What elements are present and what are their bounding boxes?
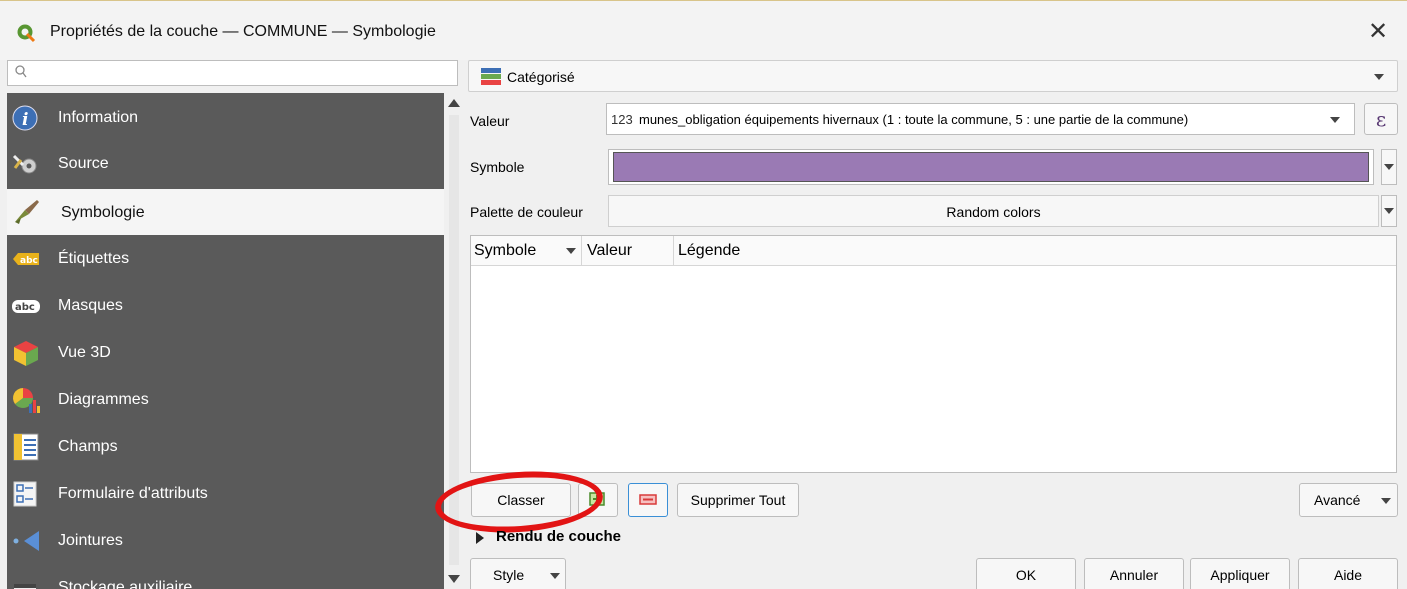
apply-button[interactable]: Appliquer [1190,558,1290,589]
chevron-down-icon [1381,498,1391,504]
info-icon: i [12,105,38,131]
sidebar-item-label: Symbologie [61,204,145,221]
svg-text:abc: abc [15,302,35,313]
svg-text:i: i [22,110,28,130]
column-divider[interactable] [673,236,674,266]
sidebar-item-label: Masques [58,297,123,314]
sort-arrow-icon [566,248,576,254]
chevron-down-icon [550,573,560,579]
sidebar-item-champs[interactable]: Champs [7,424,444,470]
style-button[interactable]: Style [470,558,566,589]
search-input[interactable] [7,60,458,86]
palette-label: Palette de couleur [470,204,583,220]
cancel-button[interactable]: Annuler [1084,558,1184,589]
sidebar-item-label: Étiquettes [58,250,130,267]
classer-button[interactable]: Classer [471,483,571,517]
source-icon [12,154,37,174]
chevron-down-icon [1384,208,1394,214]
advanced-button[interactable]: Avancé [1299,483,1398,517]
sidebar-item-stockage[interactable]: Stockage auxiliaire [7,565,444,589]
column-header-symbole[interactable]: Symbole [474,242,536,260]
cube-3d-icon [14,341,38,366]
sidebar-scrollbar[interactable] [445,93,463,589]
sidebar-item-vue-3d[interactable]: Vue 3D [7,330,444,376]
scrollbar-thumb[interactable] [449,115,459,565]
sidebar-item-label: Champs [58,438,118,455]
sidebar-item-label: Source [58,155,109,172]
sidebar-item-diagrammes[interactable]: Diagrammes [7,377,444,423]
color-ramp-value: Random colors [946,204,1041,220]
storage-icon [14,584,36,589]
scroll-down-icon[interactable] [448,575,460,583]
search-icon [15,65,27,78]
valeur-label: Valeur [470,113,510,129]
categorized-icon [481,68,501,85]
chevron-down-icon [1374,74,1384,80]
layer-rendering-label: Rendu de couche [496,528,622,545]
delete-all-button[interactable]: Supprimer Tout [677,483,799,517]
paintbrush-icon [15,200,39,224]
joins-icon [13,531,39,551]
sidebar-item-label: Jointures [58,532,123,549]
field-type-badge: 123 [611,112,633,127]
svg-text:abc: abc [20,256,38,266]
symbole-label: Symbole [470,159,525,175]
categories-table[interactable]: Symbole Valeur Légende [470,235,1397,473]
sidebar-item-source[interactable]: Source [7,141,444,187]
sidebar-item-label: Information [58,109,139,126]
sidebar-item-label: Vue 3D [58,344,111,361]
sidebar: i Information Source Symbologie abc Étiq… [7,93,444,589]
sidebar-item-symbologie[interactable]: Symbologie [7,189,444,235]
expression-button[interactable]: ε [1364,103,1398,135]
sidebar-item-label: Stockage auxiliaire [58,579,193,589]
remove-icon [639,494,657,505]
masks-abc-icon: abc [12,300,40,313]
sidebar-item-etiquettes[interactable]: abc Étiquettes [7,236,444,282]
sidebar-item-label: Formulaire d'attributs [58,485,208,502]
symbol-color-swatch [613,152,1369,182]
ok-button[interactable]: OK [976,558,1076,589]
help-button[interactable]: Aide [1298,558,1398,589]
style-label: Style [493,567,525,583]
valeur-field-value: munes_obligation équipements hivernaux (… [639,112,1189,127]
expand-arrow-icon [476,532,484,544]
scroll-up-icon[interactable] [448,99,460,107]
delete-category-button[interactable] [628,483,668,517]
symbol-button[interactable] [608,149,1374,185]
color-ramp-button[interactable]: Random colors [608,195,1379,227]
chevron-down-icon [1330,117,1340,123]
advanced-label: Avancé [1314,492,1361,508]
chevron-down-icon [1384,164,1394,170]
window-title: Propriétés de la couche — COMMUNE — Symb… [50,23,436,40]
sidebar-item-formulaire[interactable]: Formulaire d'attributs [7,471,444,517]
sidebar-item-label: Diagrammes [58,391,149,408]
diagrams-icon [12,388,40,413]
close-icon[interactable]: ✕ [1363,17,1393,47]
fields-icon [13,433,39,461]
qgis-logo-icon [17,24,36,43]
sidebar-item-information[interactable]: i Information [7,95,444,141]
title-bar: Propriétés de la couche — COMMUNE — Symb… [0,0,1407,60]
renderer-label: Catégorisé [507,69,575,85]
valeur-field-combobox[interactable]: 123 munes_obligation équipements hiverna… [606,103,1355,135]
color-ramp-dropdown-button[interactable] [1381,195,1397,227]
column-header-valeur[interactable]: Valeur [587,242,632,260]
column-header-legende[interactable]: Légende [678,242,740,260]
renderer-dropdown[interactable]: Catégorisé [468,60,1398,92]
sidebar-item-masques[interactable]: abc Masques [7,283,444,329]
labels-abc-icon: abc [13,253,39,266]
form-icon [13,481,37,507]
add-icon [589,492,605,506]
column-divider[interactable] [581,236,582,266]
sidebar-item-jointures[interactable]: Jointures [7,518,444,564]
symbol-dropdown-button[interactable] [1381,149,1397,185]
table-header: Symbole Valeur Légende [471,236,1396,266]
add-category-button[interactable] [578,483,618,517]
